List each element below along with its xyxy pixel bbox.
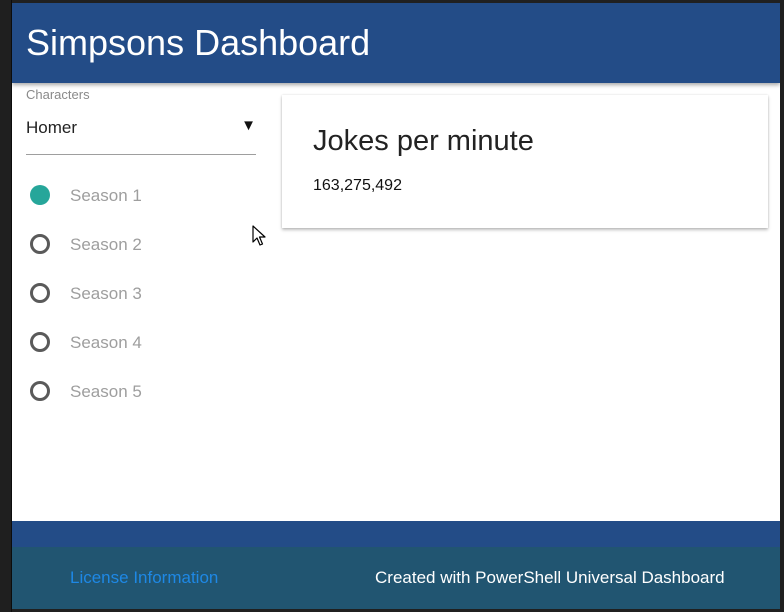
window-frame-left	[0, 0, 12, 612]
app-window: Simpsons Dashboard Characters Homer ▼ Se…	[0, 0, 784, 612]
license-information-link[interactable]: License Information	[70, 568, 218, 588]
radio-unchecked-icon[interactable]	[30, 234, 50, 254]
season-radio-1[interactable]: Season 1	[26, 173, 266, 222]
season-radio-label: Season 2	[70, 235, 142, 254]
dashboard-app: Simpsons Dashboard Characters Homer ▼ Se…	[12, 3, 780, 609]
window-frame-right	[780, 0, 784, 612]
season-radio-label: Season 4	[70, 333, 142, 352]
card-title: Jokes per minute	[313, 125, 534, 157]
season-radio-group: Season 1 Season 2 Season 3 Season 4 Seas…	[26, 173, 266, 418]
app-header: Simpsons Dashboard	[12, 3, 780, 83]
characters-select-label: Characters	[26, 87, 90, 102]
jokes-card: Jokes per minute 163,275,492	[282, 95, 768, 228]
radio-unchecked-icon[interactable]	[30, 283, 50, 303]
card-value: 163,275,492	[313, 177, 402, 194]
sidebar: Characters Homer ▼ Season 1 Season 2 Sea…	[12, 83, 282, 519]
radio-checked-icon[interactable]	[30, 185, 50, 205]
radio-unchecked-icon[interactable]	[30, 381, 50, 401]
radio-unchecked-icon[interactable]	[30, 332, 50, 352]
footer-top-band	[12, 521, 780, 547]
characters-select[interactable]: Homer ▼	[26, 108, 256, 155]
page-title: Simpsons Dashboard	[26, 22, 371, 63]
season-radio-4[interactable]: Season 4	[26, 320, 266, 369]
mouse-pointer-icon	[252, 225, 266, 246]
characters-select-value: Homer	[26, 118, 78, 137]
season-radio-label: Season 1	[70, 186, 142, 205]
app-footer: License Information Created with PowerSh…	[12, 547, 780, 609]
season-radio-5[interactable]: Season 5	[26, 369, 266, 418]
season-radio-3[interactable]: Season 3	[26, 271, 266, 320]
season-radio-2[interactable]: Season 2	[26, 222, 266, 271]
triangle-down-icon: ▼	[241, 117, 256, 134]
footer-credit: Created with PowerShell Universal Dashbo…	[375, 568, 725, 587]
season-radio-label: Season 5	[70, 382, 142, 401]
season-radio-label: Season 3	[70, 284, 142, 303]
